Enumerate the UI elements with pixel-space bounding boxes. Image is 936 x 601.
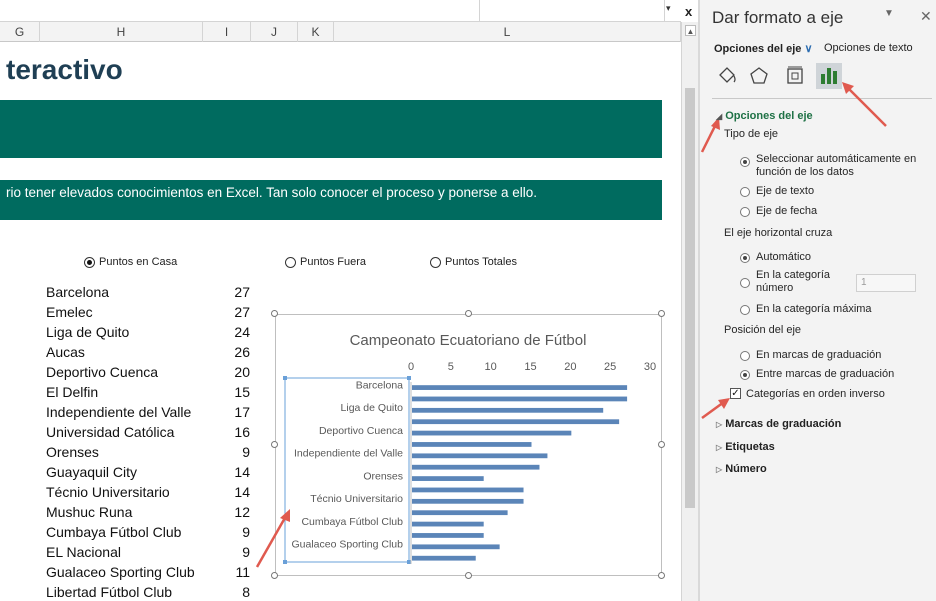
pane-annotation-arrows bbox=[700, 82, 887, 420]
axis-type-label: Tipo de eje bbox=[724, 128, 779, 140]
format-axis-pane: Dar formato a eje ▼ ✕ Opciones del eje ∨… bbox=[700, 0, 936, 601]
radio-automatic[interactable] bbox=[740, 253, 750, 263]
spreadsheet-area: ▾ GHIJKL teractivo rio tener elevados co… bbox=[0, 0, 681, 601]
section-axis-options-label: Opciones del eje bbox=[725, 110, 813, 122]
date-axis-label: Eje de fecha bbox=[756, 205, 818, 217]
annotation-arrow-chart bbox=[255, 515, 288, 568]
section-number[interactable]: ▷ Número bbox=[716, 463, 767, 475]
scrollbar-thumb[interactable] bbox=[685, 88, 695, 508]
scroll-up-icon[interactable]: ▲ bbox=[685, 25, 696, 36]
max-category-label: En la categoría máxima bbox=[756, 303, 872, 315]
expand-triangle-icon: ▷ bbox=[716, 443, 723, 452]
position-label: Posición del eje bbox=[724, 324, 802, 336]
expand-triangle-icon: ▷ bbox=[716, 465, 723, 474]
section-tick-marks[interactable]: ▷ Marcas de graduación bbox=[716, 418, 841, 430]
radio-on-tick-marks[interactable] bbox=[740, 351, 750, 361]
collapse-triangle-icon: ◢ bbox=[716, 112, 723, 121]
at-category-line2: número bbox=[756, 282, 794, 294]
auto-select-line2: función de los datos bbox=[756, 166, 854, 178]
on-tick-marks-label: En marcas de graduación bbox=[756, 349, 882, 361]
reverse-order-label: Categorías en orden inverso bbox=[746, 388, 885, 400]
category-number-input[interactable]: 1 bbox=[856, 274, 916, 292]
automatic-label: Automático bbox=[756, 251, 812, 263]
auto-select-line1: Seleccionar automáticamente en bbox=[756, 153, 917, 165]
section-number-label: Número bbox=[725, 463, 767, 475]
vertical-scrollbar[interactable]: ▲ bbox=[681, 22, 698, 601]
section-axis-options[interactable]: ◢ Opciones del eje bbox=[716, 110, 813, 122]
annotation-arrows bbox=[255, 509, 290, 568]
section-labels-label: Etiquetas bbox=[725, 441, 775, 453]
section-labels[interactable]: ▷ Etiquetas bbox=[716, 441, 775, 453]
section-tick-marks-label: Marcas de graduación bbox=[725, 418, 842, 430]
text-axis-label: Eje de texto bbox=[756, 185, 815, 197]
radio-date-axis[interactable] bbox=[740, 207, 750, 217]
crosses-label: El eje horizontal cruza bbox=[724, 227, 833, 239]
radio-between-tick-marks[interactable] bbox=[740, 370, 750, 380]
between-tick-marks-label: Entre marcas de graduación bbox=[756, 368, 895, 380]
radio-at-category[interactable] bbox=[740, 278, 750, 288]
at-category-line1: En la categoría bbox=[756, 269, 830, 281]
close-icon[interactable]: x bbox=[685, 4, 692, 19]
expand-triangle-icon: ▷ bbox=[716, 420, 723, 429]
reverse-order-checkbox[interactable]: ✓ bbox=[730, 388, 741, 399]
radio-auto-select[interactable] bbox=[740, 157, 750, 167]
radio-text-axis[interactable] bbox=[740, 187, 750, 197]
radio-max-category[interactable] bbox=[740, 305, 750, 315]
